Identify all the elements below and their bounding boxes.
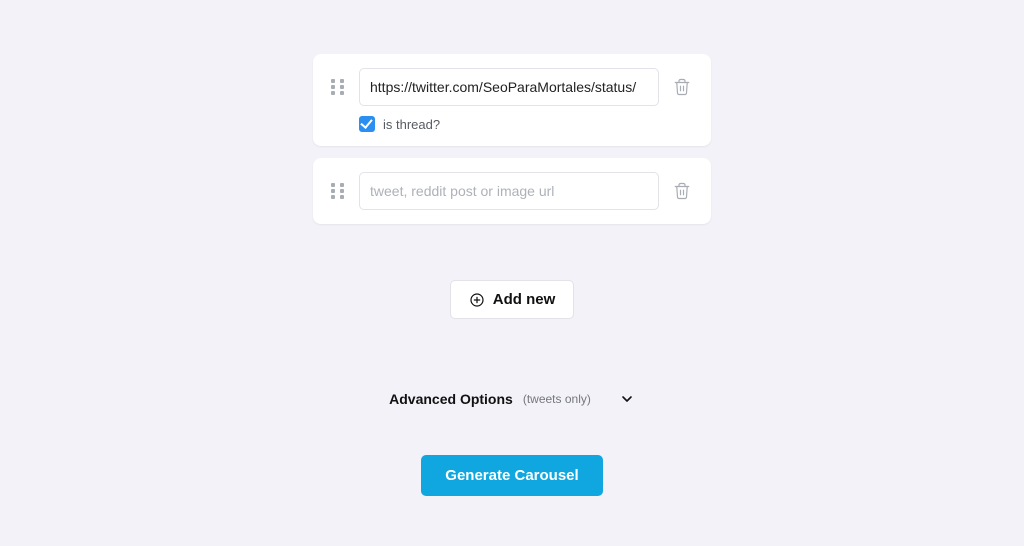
- url-card: [313, 158, 711, 224]
- url-card: is thread?: [313, 54, 711, 146]
- thread-label: is thread?: [383, 117, 440, 132]
- url-input[interactable]: [359, 68, 659, 106]
- thread-checkbox[interactable]: [359, 116, 375, 132]
- chevron-down-icon: [619, 391, 635, 407]
- trash-icon: [673, 182, 691, 200]
- advanced-options-toggle[interactable]: Advanced Options (tweets only): [389, 391, 635, 407]
- url-row: [331, 68, 693, 106]
- add-new-label: Add new: [493, 291, 556, 308]
- advanced-options-subtitle: (tweets only): [523, 392, 591, 406]
- url-input[interactable]: [359, 172, 659, 210]
- generate-carousel-button[interactable]: Generate Carousel: [421, 455, 602, 496]
- trash-icon: [673, 78, 691, 96]
- drag-handle-icon[interactable]: [331, 183, 347, 199]
- advanced-options-title: Advanced Options: [389, 391, 513, 407]
- drag-handle-icon[interactable]: [331, 79, 347, 95]
- add-new-button[interactable]: Add new: [450, 280, 575, 319]
- thread-row: is thread?: [359, 116, 693, 132]
- plus-circle-icon: [469, 292, 485, 308]
- delete-button[interactable]: [671, 76, 693, 98]
- url-row: [331, 172, 693, 210]
- delete-button[interactable]: [671, 180, 693, 202]
